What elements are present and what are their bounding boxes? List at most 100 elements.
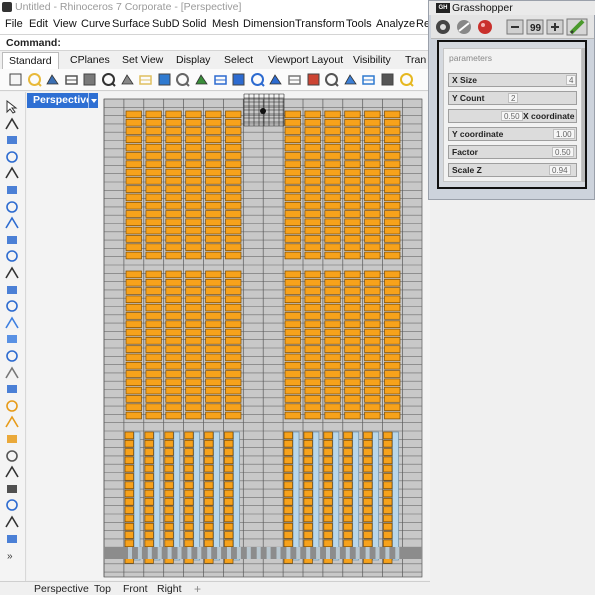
viewport-tab-front[interactable]: Front: [123, 583, 148, 595]
shaded-preview-icon[interactable]: [478, 20, 492, 34]
curve-icon[interactable]: [4, 150, 20, 164]
quote-icon[interactable]: 99: [526, 19, 544, 35]
cylinder-icon[interactable]: [4, 349, 20, 363]
arrow-icon[interactable]: [4, 515, 20, 529]
viewport-title[interactable]: Perspective: [27, 93, 97, 108]
menu-transform[interactable]: Transform: [295, 18, 345, 30]
copy-icon[interactable]: [120, 72, 135, 87]
menu-tools[interactable]: Tools: [346, 18, 372, 30]
menu-edit[interactable]: Edit: [29, 18, 48, 30]
menu-solid[interactable]: Solid: [182, 18, 206, 30]
zoom-window-icon[interactable]: [231, 72, 246, 87]
grid-icon[interactable]: [287, 72, 302, 87]
menu-mesh[interactable]: Mesh: [212, 18, 239, 30]
annotation-icon[interactable]: [4, 498, 20, 512]
shade-icon[interactable]: [324, 72, 339, 87]
text-icon[interactable]: [4, 465, 20, 479]
transform-icon[interactable]: [4, 399, 20, 413]
slider-y-coordinate[interactable]: Y coordinate 1.00: [448, 127, 577, 141]
tab-tran[interactable]: Tran: [405, 54, 426, 66]
pointer-icon[interactable]: [4, 100, 20, 114]
slider-value[interactable]: 0.50: [552, 147, 574, 157]
collapse-icon[interactable]: [506, 19, 524, 35]
circle-icon[interactable]: [4, 166, 20, 180]
more-icon[interactable]: »: [4, 548, 20, 562]
rotate-view-icon[interactable]: [194, 72, 209, 87]
perspective-viewport[interactable]: [27, 92, 430, 580]
tab-viewport-layout[interactable]: Viewport Layout: [268, 54, 343, 66]
extrude-icon[interactable]: [4, 299, 20, 313]
render-icon[interactable]: [343, 72, 358, 87]
command-bar[interactable]: Command:: [0, 34, 430, 51]
paste-icon[interactable]: [138, 72, 153, 87]
print-icon[interactable]: [64, 72, 79, 87]
group-icon[interactable]: [4, 532, 20, 546]
sketch-pencil-icon[interactable]: [566, 18, 588, 36]
point-icon[interactable]: [4, 117, 20, 131]
slider-value[interactable]: 2: [508, 93, 519, 103]
menu-subd[interactable]: SubD: [152, 18, 180, 30]
import-icon[interactable]: [82, 72, 97, 87]
car-icon[interactable]: [306, 72, 321, 87]
zoom-icon[interactable]: [213, 72, 228, 87]
tab-standard[interactable]: Standard: [2, 52, 59, 69]
polygon-icon[interactable]: [4, 200, 20, 214]
slider-value[interactable]: 1.00: [553, 129, 575, 139]
tab-visibility[interactable]: Visibility: [353, 54, 391, 66]
sphere-solid-icon[interactable]: [4, 332, 20, 346]
plus-icon[interactable]: [546, 19, 564, 35]
cut-icon[interactable]: [101, 72, 116, 87]
polyline-icon[interactable]: [4, 133, 20, 147]
grasshopper-canvas[interactable]: parameters X Size 4 Y Count 2 X coordinate 0.…: [437, 40, 587, 189]
box-icon[interactable]: [4, 316, 20, 330]
viewport-tab-right[interactable]: Right: [157, 583, 182, 595]
new-file-icon[interactable]: [8, 72, 23, 87]
slider-factor[interactable]: Factor 0.50: [448, 145, 577, 159]
tab-set-view[interactable]: Set View: [122, 54, 163, 66]
undo-icon[interactable]: [157, 72, 172, 87]
hatch-icon[interactable]: [4, 482, 20, 496]
slider-x-size[interactable]: X Size 4: [448, 73, 577, 87]
tab-cplanes[interactable]: CPlanes: [70, 54, 110, 66]
viewport-tab-top[interactable]: Top: [94, 583, 111, 595]
slider-y-count[interactable]: Y Count 2: [448, 91, 577, 105]
tab-display[interactable]: Display: [176, 54, 210, 66]
menu-surface[interactable]: Surface: [112, 18, 150, 30]
preview-eye-icon[interactable]: [436, 20, 450, 34]
dimension-icon[interactable]: [4, 449, 20, 463]
canvas-scrollbar[interactable]: [582, 48, 585, 182]
add-viewport-button[interactable]: +: [194, 582, 201, 595]
wire-display-icon[interactable]: [457, 20, 471, 34]
light-bulb-icon[interactable]: [399, 72, 414, 87]
slider-scale-z[interactable]: Scale Z 0.94: [448, 163, 577, 177]
menu-view[interactable]: View: [53, 18, 77, 30]
slider-value[interactable]: 0.50: [501, 111, 523, 121]
lock-icon[interactable]: [380, 72, 395, 87]
sphere-icon[interactable]: [361, 72, 376, 87]
offset-icon[interactable]: [4, 266, 20, 280]
menu-analyze[interactable]: Analyze: [376, 18, 415, 30]
tab-select[interactable]: Select: [224, 54, 253, 66]
menu-curve[interactable]: Curve: [81, 18, 110, 30]
array-icon[interactable]: [4, 415, 20, 429]
ellipse-icon[interactable]: [4, 183, 20, 197]
save-icon[interactable]: [45, 72, 60, 87]
slider-value[interactable]: 0.94: [549, 165, 571, 175]
zoom-extents-icon[interactable]: [250, 72, 265, 87]
zoom-selected-icon[interactable]: [268, 72, 283, 87]
menu-file[interactable]: File: [5, 18, 23, 30]
boolean-icon[interactable]: [4, 382, 20, 396]
pan-icon[interactable]: [175, 72, 191, 87]
parameters-group[interactable]: parameters X Size 4 Y Count 2 X coordinate 0.…: [443, 48, 582, 182]
slider-value[interactable]: 4: [566, 75, 577, 85]
mesh-icon[interactable]: [4, 366, 20, 380]
viewport-tab-perspective[interactable]: Perspective: [34, 583, 89, 595]
surface-icon[interactable]: [4, 283, 20, 297]
arc-icon[interactable]: [4, 233, 20, 247]
flow-icon[interactable]: [4, 432, 20, 446]
rectangle-icon[interactable]: [4, 216, 20, 230]
viewport-menu-dropdown[interactable]: [88, 93, 98, 108]
menu-dimension[interactable]: Dimension: [243, 18, 295, 30]
open-file-icon[interactable]: [27, 72, 42, 87]
fillet-icon[interactable]: [4, 249, 20, 263]
